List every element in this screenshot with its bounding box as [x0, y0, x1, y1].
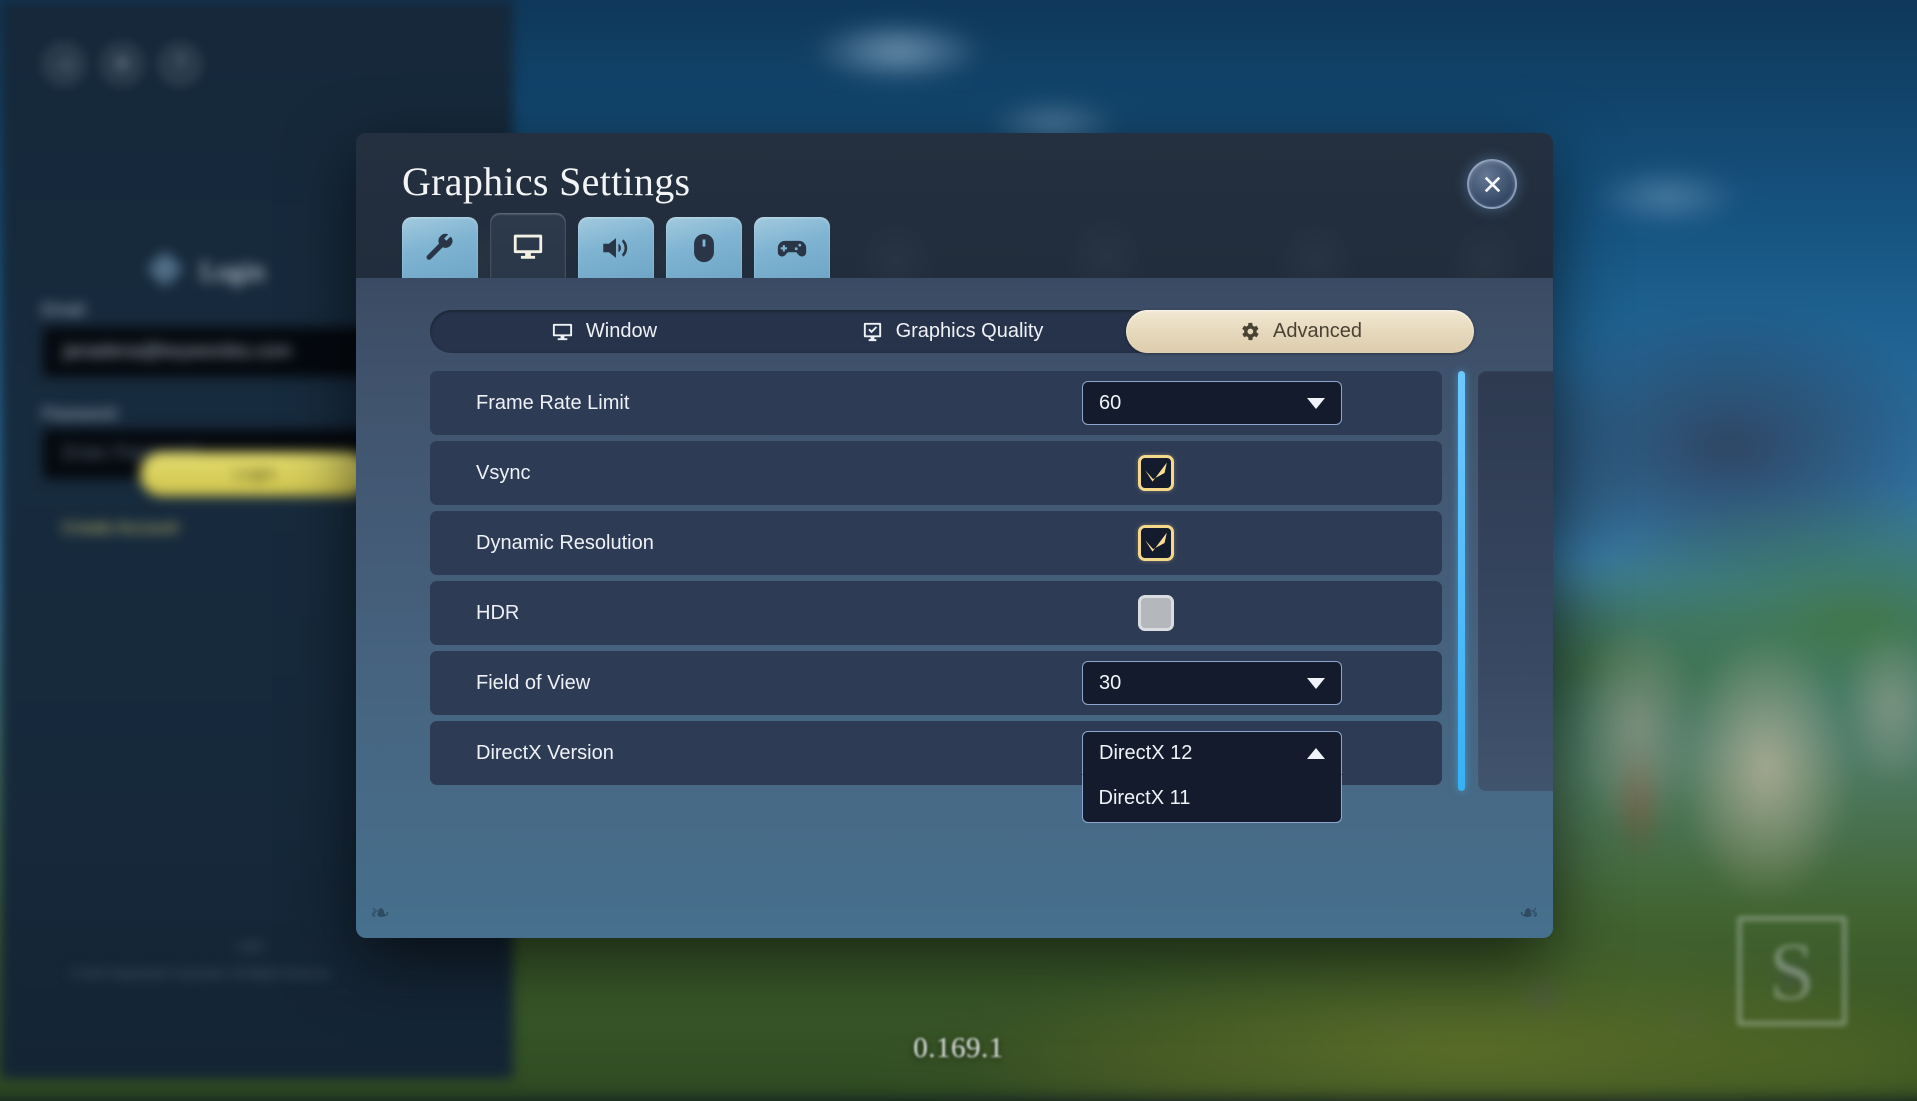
wrench-icon [426, 233, 453, 260]
settings-preview-panel [1478, 371, 1553, 791]
dropdown-option[interactable]: DirectX 11 [1083, 775, 1341, 822]
graphics-subtab-bar: Window Graphics Quality Advanced [430, 310, 1474, 353]
copyright-text: © 2025 Singularity6 Corporation. All Rig… [70, 968, 332, 980]
vsync-checkbox[interactable] [1138, 455, 1174, 491]
dropdown-value: 60 [1099, 391, 1122, 414]
control-slot [1082, 581, 1442, 645]
check-icon [1145, 462, 1167, 482]
studio-watermark-logo: S [1737, 916, 1847, 1026]
directx-version-dropdown-menu: DirectX 11 [1081, 775, 1342, 823]
setting-row-hdr: HDR [430, 581, 1442, 645]
dropdown-value: 30 [1099, 671, 1122, 694]
monitor-icon [513, 234, 543, 259]
chevron-up-icon [1307, 747, 1325, 759]
tab-graphics-quality[interactable]: Graphics Quality [778, 310, 1126, 353]
check-icon [1145, 532, 1167, 552]
create-account-link[interactable]: Create Account [62, 518, 178, 538]
mouse-icon [694, 233, 714, 263]
password-label: Password [42, 404, 117, 423]
tab-window[interactable]: Window [430, 310, 778, 353]
tab-advanced-label: Advanced [1273, 320, 1362, 342]
tab-advanced[interactable]: Advanced [1126, 310, 1474, 353]
setting-label: DirectX Version [476, 741, 614, 764]
tab-graphics-quality-label: Graphics Quality [895, 320, 1044, 342]
setting-row-vsync: Vsync [430, 441, 1442, 505]
setting-label: Frame Rate Limit [476, 391, 630, 414]
login-button[interactable]: Login [140, 452, 370, 496]
chevron-down-icon [1307, 397, 1325, 409]
login-title: Login [200, 256, 265, 286]
control-slot [1082, 511, 1442, 575]
control-slot: DirectX 12 DirectX 11 [1081, 721, 1442, 823]
graphics-settings-dialog: Graphics Settings Window Graphics Qualit… [356, 133, 1553, 938]
dialog-header: Graphics Settings [356, 133, 1553, 278]
chevron-down-icon [1307, 677, 1325, 689]
settings-category-tabs [402, 213, 830, 278]
setting-row-directx-version: DirectX Version DirectX 12 DirectX 11 [430, 721, 1442, 823]
directx-version-dropdown[interactable]: DirectX 12 DirectX 11 [1081, 731, 1342, 823]
corner-flourish-right-icon: ❧ [1518, 900, 1539, 927]
close-button[interactable] [1467, 159, 1517, 209]
controls-settings-tab[interactable] [666, 217, 742, 278]
settings-scrollbar-thumb[interactable] [1458, 371, 1465, 791]
dialog-body: Window Graphics Quality Advanced Frame R… [356, 278, 1553, 938]
hdr-checkbox[interactable] [1138, 595, 1174, 631]
dropdown-value: DirectX 12 [1099, 741, 1193, 764]
monitor-icon [552, 323, 573, 341]
page-title: Graphics Settings [402, 159, 691, 204]
setting-label: HDR [476, 601, 520, 624]
app-version-label: 0.169.1 [913, 1032, 1004, 1064]
login-diamond-icon [146, 250, 184, 288]
dynamic-resolution-checkbox[interactable] [1138, 525, 1174, 561]
speaker-icon [603, 238, 628, 258]
control-slot: 60 [1082, 371, 1442, 435]
setting-label: Vsync [476, 461, 531, 484]
field-of-view-dropdown[interactable]: 30 [1082, 661, 1342, 705]
audio-settings-tab[interactable] [578, 217, 654, 278]
gear-icon [1242, 322, 1259, 341]
setting-label: Dynamic Resolution [476, 531, 654, 554]
setting-row-field-of-view: Field of View 30 [430, 651, 1442, 715]
settings-scrollbar-track[interactable] [1458, 371, 1465, 791]
control-slot: 30 [1082, 651, 1442, 715]
email-label: Email [42, 300, 85, 319]
corner-flourish-left-icon: ❧ [370, 900, 391, 927]
close-icon [1484, 176, 1500, 192]
gamepad-icon [777, 240, 807, 257]
tab-window-label: Window [585, 320, 658, 342]
checked-monitor-icon [863, 322, 881, 342]
general-settings-tab[interactable] [402, 217, 478, 278]
setting-row-frame-rate-limit: Frame Rate Limit 60 [430, 371, 1442, 435]
legal-link[interactable]: Legal [236, 940, 263, 952]
control-slot [1082, 441, 1442, 505]
setting-label: Field of View [476, 671, 591, 694]
gamepad-settings-tab[interactable] [754, 217, 830, 278]
frame-rate-limit-dropdown[interactable]: 60 [1082, 381, 1342, 425]
graphics-settings-tab[interactable] [490, 213, 566, 278]
setting-row-dynamic-resolution: Dynamic Resolution [430, 511, 1442, 575]
settings-rows: Frame Rate Limit 60 Vsync Dynamic Resolu… [430, 371, 1442, 823]
